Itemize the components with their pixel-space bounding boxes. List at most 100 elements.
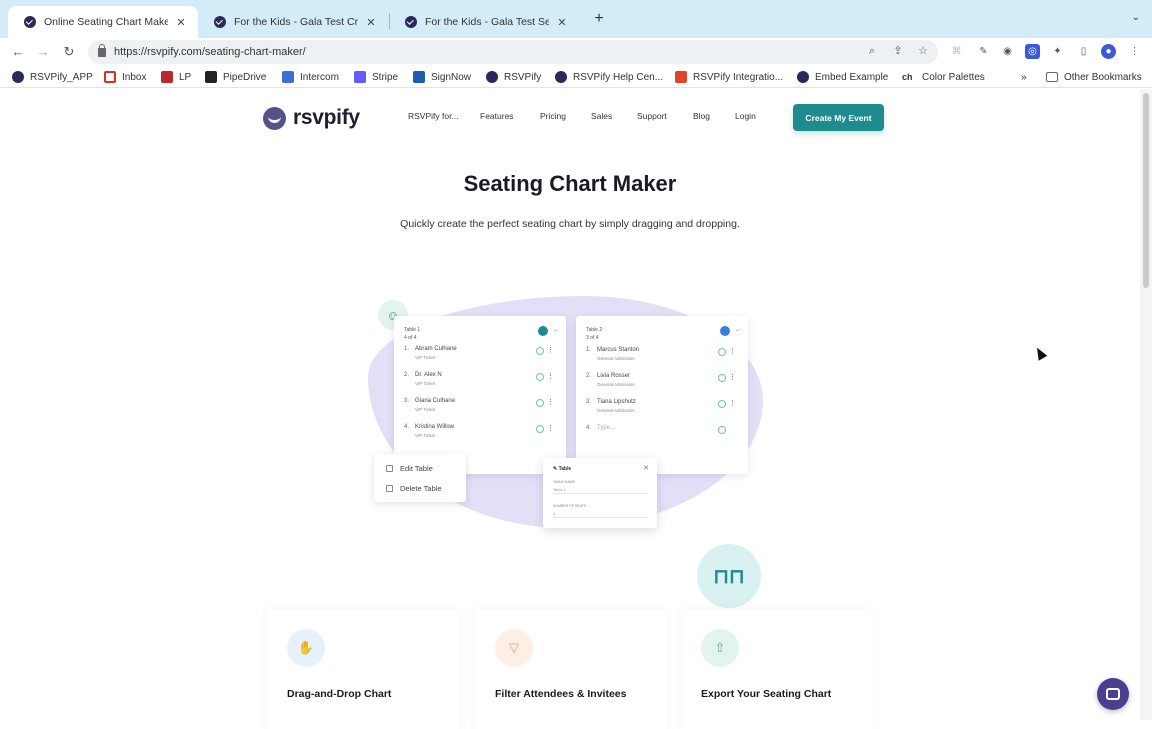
bookmark-label: Embed Example: [815, 71, 889, 83]
create-event-button[interactable]: Create My Event: [793, 104, 884, 131]
code-extension-icon[interactable]: ◎: [1025, 44, 1040, 59]
menu-dots-icon[interactable]: ⋮: [1127, 44, 1142, 59]
nav-item-blog[interactable]: Blog: [693, 111, 710, 121]
rsvpify-icon: [12, 71, 24, 83]
edit-icon: [386, 465, 393, 472]
bookmark-item[interactable]: LP: [161, 69, 191, 85]
back-icon[interactable]: ←: [8, 42, 28, 62]
rsvpify-favicon-icon: [405, 16, 417, 28]
bookmark-item[interactable]: Inbox: [104, 69, 146, 85]
bookmark-star-icon[interactable]: ☆: [916, 44, 930, 58]
rsvpify-icon: [555, 71, 567, 83]
more-icon: ⋮: [547, 399, 554, 406]
check-icon: [718, 348, 726, 356]
chat-launcher-button[interactable]: [1097, 678, 1129, 710]
bookmark-item[interactable]: RSVPify: [486, 69, 541, 85]
bookmark-item[interactable]: Stripe: [354, 69, 398, 85]
guest-row: 4. Type...: [586, 425, 736, 445]
feature-title: Drag-and-Drop Chart: [287, 688, 392, 700]
check-icon: [536, 425, 544, 433]
tab-title: For the Kids - Gala Test Seatin: [425, 16, 549, 28]
guest-row: 1. Marcus Stanton General Admission ⋮: [586, 347, 736, 361]
page-scrollbar[interactable]: [1140, 89, 1152, 720]
nav-item-sales[interactable]: Sales: [591, 111, 612, 121]
table-options-menu: Edit Table Delete Table: [374, 454, 466, 502]
rsvpify-icon: [797, 71, 809, 83]
tab-close-icon[interactable]: ✕: [364, 16, 378, 29]
browser-tab-bar: Online Seating Chart Maker - R ✕ For the…: [0, 0, 1152, 38]
feature-card: ▽ Filter Attendees & Invitees: [475, 609, 667, 729]
bookmark-label: RSVPify_APP: [30, 71, 93, 83]
sidebar-icon[interactable]: ▯: [1076, 44, 1091, 59]
page-subtitle: Quickly create the perfect seating chart…: [400, 218, 740, 230]
pen-extension-icon[interactable]: ✎: [976, 44, 991, 59]
ch-icon: ch: [902, 72, 913, 82]
edit-table-menu-item: Edit Table: [386, 464, 433, 473]
profile-avatar-icon[interactable]: ●: [1101, 44, 1116, 59]
address-bar[interactable]: https://rsvpify.com/seating-chart-maker/: [88, 40, 938, 64]
bookmark-item[interactable]: RSVPify Integratio...: [675, 69, 783, 85]
more-icon: ⋮: [547, 347, 554, 354]
nav-item-support[interactable]: Support: [637, 111, 667, 121]
form-label: NUMBER OF SEATS: [553, 504, 587, 508]
tab-close-icon[interactable]: ✕: [555, 16, 569, 29]
table-color-dot: [720, 326, 730, 336]
camera-extension-icon[interactable]: ◉: [1000, 44, 1015, 59]
folder-icon: [1046, 72, 1058, 82]
nav-item-rsvpify-for[interactable]: RSVPify for...: [408, 111, 459, 121]
lock-icon: [98, 43, 106, 57]
more-icon: ⋮: [729, 374, 736, 381]
bookmark-item[interactable]: ch Color Palettes: [902, 69, 985, 85]
nav-item-features[interactable]: Features: [480, 111, 514, 121]
feature-title: Export Your Seating Chart: [701, 688, 832, 700]
bookmark-label: RSVPify: [504, 71, 542, 83]
guest-row: 2. Dr. Alex N VIP Ticket ⋮: [404, 372, 554, 386]
puzzle-extensions-icon[interactable]: ✦: [1050, 44, 1065, 59]
tab-search-chevron-icon[interactable]: ⌄: [1132, 12, 1140, 23]
integration-icon: [675, 71, 687, 83]
tab-close-icon[interactable]: ✕: [174, 16, 188, 29]
bookmark-label: Other Bookmarks: [1064, 71, 1142, 83]
browser-tab[interactable]: For the Kids - Gala Test Seatin ✕: [389, 6, 579, 38]
new-tab-icon[interactable]: +: [590, 10, 608, 28]
form-label: TABLE NAME: [553, 480, 575, 484]
bookmark-item[interactable]: SignNow: [413, 69, 471, 85]
nav-item-pricing[interactable]: Pricing: [540, 111, 566, 121]
reload-icon[interactable]: ↻: [59, 42, 79, 62]
bookmark-label: Intercom: [300, 71, 339, 83]
forward-icon[interactable]: →: [33, 42, 53, 62]
intercom-icon: [282, 71, 294, 83]
other-bookmarks-folder[interactable]: Other Bookmarks: [1046, 69, 1142, 85]
check-icon: [536, 373, 544, 381]
rsvpify-favicon-icon: [214, 16, 226, 28]
bookmark-item[interactable]: RSVPify Help Cen...: [555, 69, 663, 85]
bookmark-item[interactable]: Intercom: [282, 69, 339, 85]
nav-item-login[interactable]: Login: [735, 111, 756, 121]
export-icon: ⇧: [701, 629, 739, 667]
table-color-dot: [538, 326, 548, 336]
extension-icon[interactable]: ⌘: [949, 44, 964, 59]
scrollbar-thumb[interactable]: [1143, 93, 1149, 288]
logo-text: rsvpify: [293, 106, 360, 129]
bookmark-label: PipeDrive: [223, 71, 267, 83]
bookmark-item[interactable]: Embed Example: [797, 69, 888, 85]
bookmark-label: Stripe: [372, 71, 399, 83]
check-icon: [536, 399, 544, 407]
form-value: 4: [553, 511, 647, 518]
seating-chart-illustration: ☺ Table 14 of 4 ⌄ 1. Abram Culhane VIP Tic…: [360, 294, 770, 608]
share-icon[interactable]: ⇪: [891, 44, 905, 58]
table-card-header: Table 23 of 4: [586, 327, 603, 341]
bookmark-item[interactable]: RSVPify_APP: [12, 69, 93, 85]
browser-tab[interactable]: Online Seating Chart Maker - R ✕: [8, 6, 198, 38]
chevron-down-icon: ⌄: [734, 327, 740, 333]
more-bookmarks-icon[interactable]: »: [1021, 69, 1027, 85]
zoom-icon[interactable]: ⌕: [865, 44, 879, 58]
browser-tab[interactable]: For the Kids - Gala Test Create ✕: [198, 6, 388, 38]
site-logo[interactable]: rsvpify: [263, 106, 360, 130]
feature-title: Filter Attendees & Invitees: [495, 688, 627, 700]
bookmark-label: RSVPify Help Cen...: [573, 71, 664, 83]
bookmark-item[interactable]: PipeDrive: [205, 69, 266, 85]
signnow-icon: [413, 71, 425, 83]
tab-title: Online Seating Chart Maker - R: [44, 16, 168, 28]
bookmark-label: SignNow: [431, 71, 472, 83]
